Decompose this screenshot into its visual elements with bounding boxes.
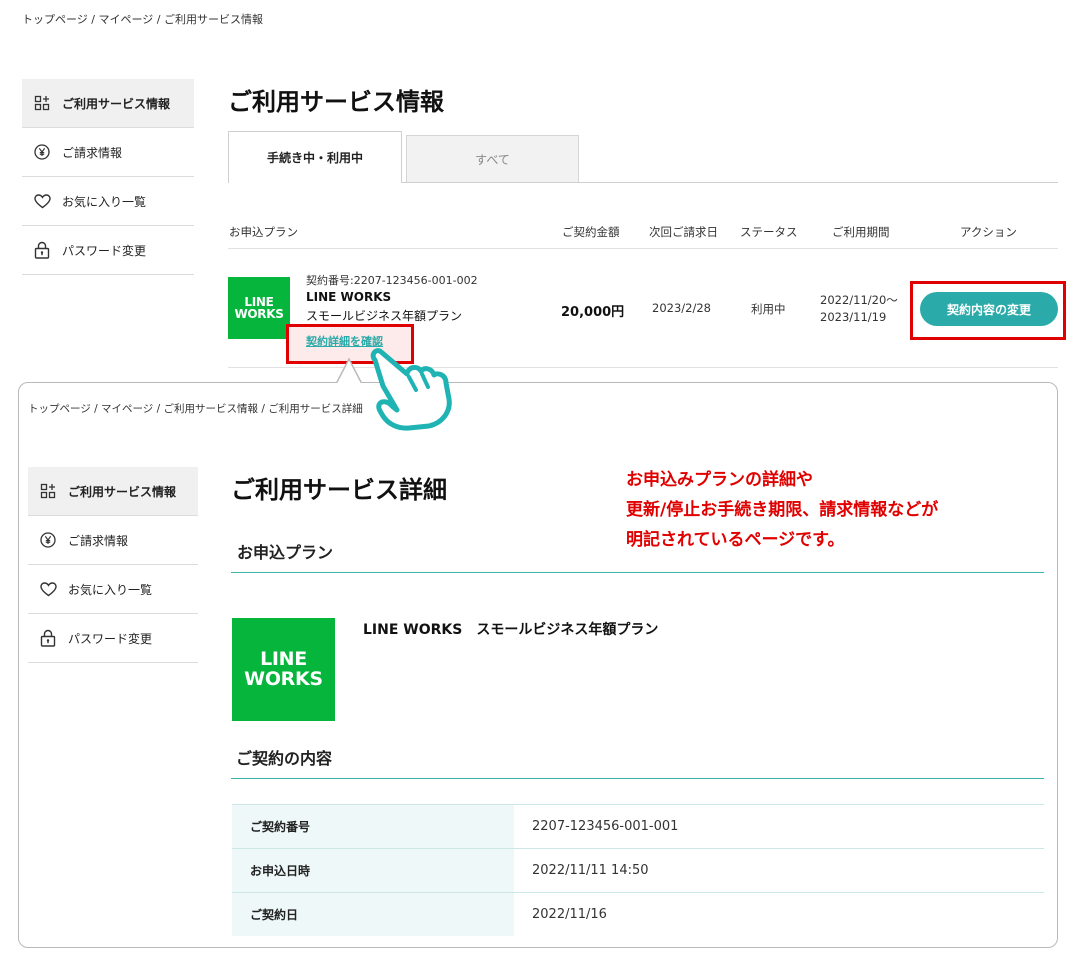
- next-bill-date: 2023/2/28: [652, 301, 711, 315]
- heart-icon: [22, 193, 62, 209]
- row-key: お申込日時: [232, 849, 514, 892]
- tab-all[interactable]: すべて: [406, 135, 579, 183]
- yen-icon: [28, 532, 68, 548]
- sidebar-item-billing[interactable]: ご請求情報: [28, 516, 198, 565]
- annotation-line3: 明記されているページです。: [626, 530, 845, 550]
- sidebar-item-service-info[interactable]: ご利用サービス情報: [28, 467, 198, 516]
- annotation-note: お申込みプランの詳細や 更新/停止お手続き期限、請求情報などが 明記されているペ…: [626, 465, 938, 555]
- tab-divider: [402, 182, 1058, 183]
- annotation-line1: お申込みプランの詳細や: [626, 470, 813, 490]
- section-contract-divider: [231, 778, 1044, 779]
- sidebar-item-billing[interactable]: ご請求情報: [22, 128, 194, 177]
- logo-text-line1: LINE: [260, 648, 307, 671]
- sidebar-item-password[interactable]: パスワード変更: [28, 614, 198, 663]
- logo-text-line2: WORKS: [234, 307, 284, 321]
- yen-icon: [22, 144, 62, 160]
- column-header-status: ステータス: [740, 225, 798, 239]
- sidebar-item-label: パスワード変更: [62, 243, 147, 258]
- column-header-period: ご利用期間: [832, 225, 890, 239]
- column-header-amount: ご契約金額: [562, 225, 620, 239]
- sidebar-item-password[interactable]: パスワード変更: [22, 226, 194, 275]
- sidebar-item-service-info[interactable]: ご利用サービス情報: [22, 79, 194, 128]
- lock-icon: [28, 629, 68, 647]
- contract-number: 契約番号:2207-123456-001-002: [306, 274, 478, 287]
- detail-plan-name: LINE WORKS スモールビジネス年額プラン: [363, 622, 659, 638]
- status-badge: 利用中: [751, 302, 786, 316]
- row-value: 2207-123456-001-001: [532, 819, 679, 834]
- pointing-hand-icon: [370, 348, 452, 431]
- sidebar-item-label: ご請求情報: [68, 533, 129, 548]
- header-divider: [228, 248, 1058, 249]
- section-plan-divider: [231, 572, 1044, 573]
- row-value: 2022/11/16: [532, 907, 607, 922]
- grid-plus-icon: [28, 483, 68, 499]
- service-name: LINE WORKS: [306, 290, 392, 304]
- row-value: 2022/11/11 14:50: [532, 863, 649, 878]
- table-row: お申込日時 2022/11/11 14:50: [232, 849, 1044, 893]
- sidebar-item-label: ご請求情報: [62, 145, 123, 160]
- row-key: ご契約番号: [232, 805, 514, 848]
- sidebar-item-label: お気に入り一覧: [62, 194, 147, 209]
- column-header-next-bill: 次回ご請求日: [649, 225, 718, 239]
- sidebar-item-label: パスワード変更: [68, 631, 153, 646]
- line-works-logo-large: LINE WORKS: [232, 618, 335, 721]
- contract-amount: 20,000円: [561, 305, 625, 320]
- detail-sidebar: ご利用サービス情報 ご請求情報 お気に入り一覧 パスワード変更: [28, 467, 198, 663]
- section-plan-heading: お申込プラン: [237, 543, 334, 562]
- tab-in-progress[interactable]: 手続き中・利用中: [228, 131, 402, 183]
- plan-name: スモールビジネス年額プラン: [306, 309, 463, 323]
- annotation-line2: 更新/停止お手続き期限、請求情報などが: [626, 500, 939, 520]
- breadcrumb: トップページ / マイページ / ご利用サービス情報: [22, 13, 263, 26]
- table-row: ご契約日 2022/11/16: [232, 893, 1044, 937]
- sidebar-item-label: ご利用サービス情報: [68, 484, 177, 499]
- heart-icon: [28, 581, 68, 597]
- section-contract-heading: ご契約の内容: [236, 749, 333, 768]
- sidebar-item-favorites[interactable]: お気に入り一覧: [22, 177, 194, 226]
- detail-breadcrumb: トップページ / マイページ / ご利用サービス情報 / ご利用サービス詳細: [28, 403, 363, 415]
- page-title: ご利用サービス情報: [228, 88, 444, 116]
- lock-icon: [22, 241, 62, 259]
- table-row: ご契約番号 2207-123456-001-001: [232, 805, 1044, 849]
- change-contract-button[interactable]: 契約内容の変更: [920, 292, 1058, 326]
- line-works-logo: LINE WORKS: [228, 277, 290, 339]
- period-start: 2022/11/20～: [820, 293, 898, 307]
- column-header-action: アクション: [960, 225, 1017, 239]
- column-header-plan: お申込プラン: [229, 225, 298, 239]
- sidebar-item-favorites[interactable]: お気に入り一覧: [28, 565, 198, 614]
- logo-text-line2: WORKS: [244, 667, 323, 690]
- sidebar-item-label: ご利用サービス情報: [62, 96, 171, 111]
- sidebar: ご利用サービス情報 ご請求情報 お気に入り一覧 パスワード変更: [22, 79, 194, 275]
- period-end: 2023/11/19: [820, 310, 887, 324]
- grid-plus-icon: [22, 95, 62, 111]
- panel-pointer: [336, 358, 362, 385]
- row-key: ご契約日: [232, 893, 514, 936]
- detail-page-title: ご利用サービス詳細: [231, 476, 447, 504]
- sidebar-item-label: お気に入り一覧: [68, 582, 153, 597]
